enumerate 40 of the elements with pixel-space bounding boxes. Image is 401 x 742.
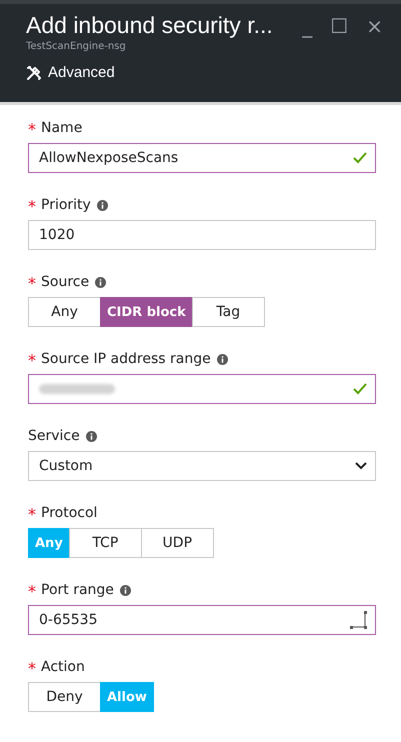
field-label: Action	[41, 659, 85, 675]
required-mark: *	[28, 122, 36, 138]
resize-handle-icon[interactable]	[349, 610, 367, 630]
field-label: Priority	[41, 197, 91, 213]
chevron-down-icon	[355, 462, 367, 470]
required-mark: *	[28, 353, 36, 369]
field-label: Source IP address range	[41, 351, 211, 367]
info-icon[interactable]	[86, 430, 97, 442]
field-label: Name	[41, 120, 82, 136]
required-mark: *	[28, 507, 36, 523]
info-icon[interactable]	[120, 584, 131, 596]
dropdown[interactable]: Custom	[28, 451, 376, 481]
window-title: Add inbound security r...	[26, 12, 273, 39]
toggle-option[interactable]: CIDR block	[100, 297, 193, 327]
close-button[interactable]: ×	[360, 14, 389, 38]
text-field[interactable]: 1020	[28, 220, 376, 250]
field-label: Protocol	[41, 505, 98, 521]
info-icon[interactable]	[216, 354, 228, 364]
tools-icon	[26, 64, 42, 80]
text-field[interactable]	[28, 374, 376, 404]
field-label: Service	[28, 428, 80, 444]
advanced-button[interactable]: Advanced	[26, 64, 115, 81]
info-icon[interactable]	[95, 276, 106, 288]
field-label: Port range	[41, 582, 114, 598]
toggle-option[interactable]: Deny	[28, 682, 101, 712]
text-field[interactable]: 0-65535	[28, 605, 376, 635]
text-field[interactable]: AllowNexposeScans	[28, 143, 376, 173]
toggle-option[interactable]: UDP	[140, 528, 214, 558]
required-mark: *	[28, 661, 36, 677]
maximize-button[interactable]: ☐	[324, 14, 354, 38]
toggle-option[interactable]: Tag	[192, 297, 265, 327]
required-mark: *	[28, 276, 36, 292]
required-mark: *	[28, 199, 36, 215]
minimize-button[interactable]: _	[296, 14, 318, 38]
toggle-option[interactable]: Any	[28, 297, 101, 327]
info-icon[interactable]	[96, 200, 108, 210]
window-subtitle: TestScanEngine-nsg	[26, 41, 127, 52]
field-label: Source	[41, 274, 90, 290]
toggle-option[interactable]: TCP	[68, 528, 142, 558]
required-mark: *	[28, 584, 36, 600]
